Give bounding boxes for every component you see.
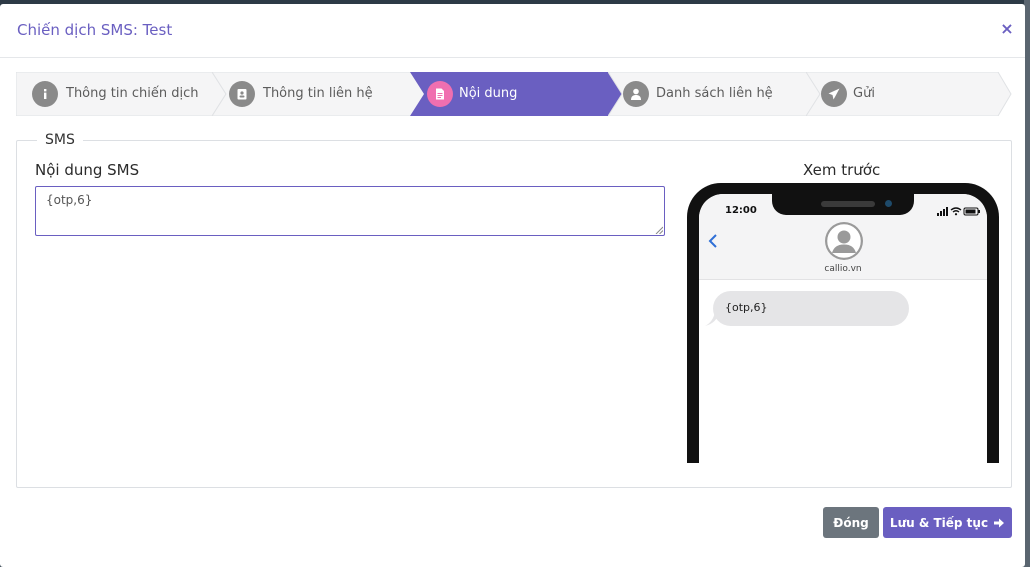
document-icon <box>427 81 453 107</box>
step-campaign-info[interactable]: Thông tin chiến dịch <box>16 72 226 116</box>
message-bubble: {otp,6} <box>713 291 909 326</box>
step-send[interactable]: Gửi <box>806 72 1012 116</box>
phone-screen: callio.vn 12:00 {otp,6} <box>699 194 987 463</box>
camera-icon <box>885 200 892 207</box>
step-contact-list[interactable]: Danh sách liên hệ <box>608 72 822 116</box>
save-continue-label: Lưu & Tiếp tục <box>889 515 989 530</box>
close-button[interactable]: Đóng <box>823 507 879 538</box>
phone-preview: callio.vn 12:00 {otp,6} <box>687 183 999 463</box>
close-icon[interactable]: × <box>998 20 1016 38</box>
fieldset-legend: SMS <box>37 132 83 148</box>
close-button-label: Đóng <box>833 515 869 530</box>
paper-plane-icon <box>821 81 847 107</box>
sms-fieldset: SMS Nội dung SMS Xem trước <box>16 132 1012 488</box>
step-label: Gửi <box>853 86 875 101</box>
phone-notch <box>772 194 914 215</box>
contact-name: callio.vn <box>824 264 862 274</box>
chevron-left-icon[interactable] <box>707 232 719 250</box>
speaker-icon <box>821 201 875 207</box>
wizard-steps: Thông tin chiến dịch Thông tin liên hệ N… <box>16 72 1012 116</box>
step-label: Thông tin chiến dịch <box>66 86 199 101</box>
save-continue-button[interactable]: Lưu & Tiếp tục <box>883 507 1012 538</box>
step-content[interactable]: Nội dung <box>410 72 624 116</box>
user-icon <box>623 81 649 107</box>
modal-header: Chiến dịch SMS: Test × <box>0 4 1025 58</box>
preview-label: Xem trước <box>803 161 881 179</box>
step-label: Nội dung <box>459 86 518 101</box>
contact-card-icon <box>229 81 255 107</box>
status-time: 12:00 <box>725 205 757 216</box>
step-contact-info[interactable]: Thông tin liên hệ <box>212 72 426 116</box>
signal-wifi-battery-icon <box>937 207 980 216</box>
sms-campaign-modal: Chiến dịch SMS: Test × Thông tin chiến d… <box>0 4 1025 567</box>
step-label: Thông tin liên hệ <box>263 86 373 101</box>
info-icon <box>32 81 58 107</box>
sms-content-textarea[interactable] <box>35 186 665 236</box>
modal-title: Chiến dịch SMS: Test <box>17 21 173 39</box>
avatar <box>825 222 863 260</box>
sms-content-label: Nội dung SMS <box>35 161 140 179</box>
arrow-right-icon <box>994 518 1005 527</box>
resize-grip-icon[interactable] <box>655 226 663 234</box>
step-label: Danh sách liên hệ <box>656 86 773 101</box>
